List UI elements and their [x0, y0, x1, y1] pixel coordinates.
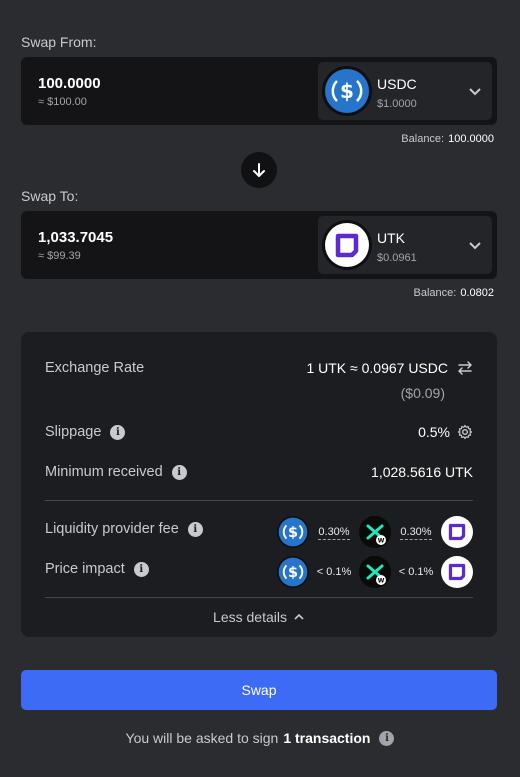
balance-label: Balance: [401, 133, 445, 145]
price-impact-route: $ < 0.1% W < 0.1% [277, 556, 473, 588]
divider [45, 500, 473, 501]
usdc-logo-icon: $ [277, 516, 309, 548]
usdc-logo-icon: $ [277, 556, 309, 588]
swap-from-token-symbol: USDC [377, 76, 417, 92]
exchange-rate-usd: ($0.09) [400, 385, 445, 401]
info-icon[interactable]: i [133, 561, 149, 577]
slippage-label: Slippage i [45, 424, 126, 440]
lp-fee-text: Liquidity provider fee [45, 521, 179, 537]
less-details-label[interactable]: Less details [213, 609, 287, 625]
swap-from-token-selector[interactable]: $ USDC $1.0000 [318, 62, 492, 120]
swap-arrows-icon[interactable] [457, 360, 473, 376]
swap-from-usd-value: ≈ $100.00 [38, 96, 87, 108]
swap-to-label: Swap To: [21, 188, 79, 204]
lp-fee-route: $ 0.30% W 0.30% [277, 516, 473, 548]
swap-from-token-price: $1.0000 [377, 98, 417, 110]
info-icon[interactable]: i [379, 730, 395, 746]
swap-to-balance: Balance: 0.0802 [414, 287, 494, 299]
slippage-value: 0.5% [418, 424, 473, 440]
slippage-text: Slippage [45, 424, 102, 440]
usdc-logo-icon: $ [322, 66, 372, 116]
sign-note-count: 1 transaction [283, 730, 371, 746]
price-impact-hop1: < 0.1% [316, 566, 352, 578]
svg-text:$: $ [288, 565, 298, 581]
lp-fee-label: Liquidity provider fee i [45, 521, 203, 537]
svg-text:$: $ [288, 525, 298, 541]
lp-fee-hop1: 0.30% [318, 526, 350, 540]
slippage-percent: 0.5% [418, 424, 450, 440]
chevron-up-icon[interactable] [293, 611, 305, 623]
swap-from-box[interactable]: 100.0000 ≈ $100.00 $ USDC $1.0000 [21, 57, 497, 125]
swap-to-box[interactable]: 1,033.7045 ≈ $99.39 UTK $0.0961 [21, 211, 497, 279]
info-icon[interactable]: i [110, 424, 126, 440]
divider [45, 597, 473, 598]
swap-from-label: Swap From: [21, 34, 97, 50]
arrow-down-icon [253, 163, 265, 177]
swap-to-usd-value: ≈ $99.39 [38, 250, 81, 262]
info-icon[interactable]: i [171, 464, 187, 480]
balance-value: 100.0000 [448, 133, 494, 145]
min-received-label: Minimum received i [45, 464, 187, 480]
sign-note: You will be asked to sign 1 transaction … [0, 730, 520, 746]
price-impact-label: Price impact i [45, 561, 149, 577]
bridge-logo-icon: W [359, 556, 391, 588]
swap-to-amount[interactable]: 1,033.7045 [38, 229, 113, 246]
swap-from-amount[interactable]: 100.0000 [38, 75, 101, 92]
balance-label: Balance: [413, 287, 457, 299]
balance-value: 0.0802 [460, 287, 494, 299]
lp-fee-hop2: 0.30% [400, 526, 432, 540]
price-impact-hop2: < 0.1% [398, 566, 434, 578]
bridge-logo-icon: W [359, 516, 391, 548]
chevron-down-icon[interactable] [468, 84, 482, 98]
chevron-down-icon[interactable] [468, 238, 482, 252]
price-impact-text: Price impact [45, 561, 125, 577]
svg-text:$: $ [340, 79, 354, 103]
swap-from-balance: Balance: 100.0000 [401, 133, 494, 145]
exchange-rate-text: 1 UTK ≈ 0.0967 USDC [306, 360, 448, 376]
utk-logo-icon [441, 556, 473, 588]
swap-to-token-symbol: UTK [377, 230, 405, 246]
min-received-text: Minimum received [45, 464, 163, 480]
switch-direction-button[interactable] [241, 152, 277, 188]
swap-to-token-price: $0.0961 [377, 252, 417, 264]
swap-button[interactable]: Swap [21, 670, 497, 710]
info-icon[interactable]: i [187, 521, 203, 537]
exchange-rate-value: 1 UTK ≈ 0.0967 USDC [306, 360, 473, 376]
utk-logo-icon [441, 516, 473, 548]
svg-text:W: W [378, 538, 385, 545]
min-received-value: 1,028.5616 UTK [371, 464, 473, 480]
sign-note-prefix: You will be asked to sign [125, 730, 279, 746]
swap-to-token-selector[interactable]: UTK $0.0961 [318, 216, 492, 274]
swap-details-panel: Exchange Rate 1 UTK ≈ 0.0967 USDC ($0.09… [21, 332, 497, 637]
exchange-rate-label: Exchange Rate [45, 360, 145, 376]
svg-text:W: W [378, 578, 385, 585]
less-details-toggle[interactable]: Less details [21, 609, 497, 625]
gear-icon[interactable] [457, 424, 473, 440]
utk-logo-icon [322, 220, 372, 270]
